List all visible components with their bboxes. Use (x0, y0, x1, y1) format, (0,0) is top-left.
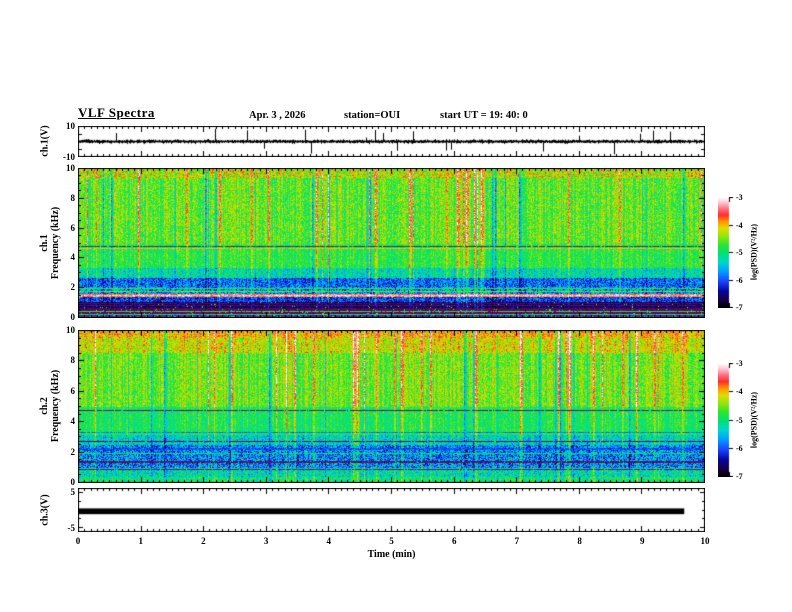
colorbar-tick-label: -6 (736, 275, 743, 285)
start-ut-label: start UT = 19: 40: 0 (440, 110, 528, 121)
ch1-spec-ylabel-axis: Frequency (kHz) (50, 206, 61, 280)
ch1-spec-ylabel-channel: ch.1 (39, 234, 50, 252)
x-tick-label: 3 (263, 536, 269, 546)
ch2-spec-ytick-label: 10 (66, 325, 75, 335)
station-label: station=OUI (344, 110, 401, 121)
colorbar-tick-label: -5 (736, 415, 743, 425)
colorbar-tick-label: -7 (736, 472, 743, 481)
x-tick-label: 8 (577, 536, 582, 546)
ch2-spec-ytick-label: 6 (70, 385, 76, 396)
ch1-spectrogram-canvas (78, 168, 705, 318)
colorbar-tick-label: -6 (736, 443, 743, 453)
ch1-waveform-canvas (78, 126, 705, 157)
x-tick-label: 10 (700, 536, 710, 546)
figure-title: VLF Spectra (78, 105, 155, 120)
colorbar-tick-label: -4 (736, 220, 743, 230)
x-tick-label: 9 (640, 536, 645, 546)
ch2-spec-ylabel-channel: ch.2 (39, 397, 50, 415)
x-tick-label: 4 (326, 536, 332, 546)
ch1-wave-ytick-label: 10 (66, 121, 75, 131)
colorbar-tick-label: -4 (736, 387, 743, 397)
colorbar-2-canvas (718, 363, 734, 477)
date-label: Apr. 3 , 2026 (249, 110, 306, 121)
x-tick-label: 1 (138, 536, 143, 546)
ch1-spec-ytick-label: 10 (66, 163, 75, 173)
vlf-spectra-figure: VLF Spectra Apr. 3 , 2026 station=OUI st… (0, 0, 792, 612)
xaxis-title: Time (min) (367, 549, 416, 560)
ch2-spec-ytick-label: 8 (70, 355, 76, 366)
ch1-spec-ytick-label: 4 (70, 252, 76, 263)
ch1-spec-ylabel: ch.1 Frequency (kHz) (39, 207, 61, 279)
x-tick-label: 6 (451, 536, 457, 546)
ch2-spec-ytick-label: 4 (70, 416, 76, 427)
ch2-spec-ylabel: ch.2 Frequency (kHz) (39, 370, 61, 442)
x-tick-label: 7 (514, 536, 520, 546)
colorbar-tick-label: -3 (736, 359, 743, 368)
ch1-spec-ytick-label: 2 (70, 282, 76, 293)
ch2-spec-ylabel-axis: Frequency (kHz) (50, 369, 61, 443)
ch2-spec-ytick-label: 0 (70, 477, 76, 487)
ch2-spectrogram-canvas (78, 330, 705, 483)
x-tick-label: 0 (75, 536, 81, 546)
ch3-waveform-canvas (78, 488, 705, 532)
ch1-spec-ytick-label: 0 (70, 312, 76, 322)
colorbar-tick-label: -5 (736, 248, 743, 257)
ch3-wave-ytick-label: 5 (70, 487, 76, 497)
ch1-spec-ytick-label: 6 (70, 222, 76, 233)
ch1-wave-ytick-label: -10 (63, 152, 75, 162)
colorbar-tick-label: -7 (736, 303, 743, 312)
colorbar-tick-label: -3 (736, 193, 743, 202)
ch3-wave-ytick-label: -5 (67, 523, 76, 533)
x-tick-label: 2 (201, 536, 206, 546)
ch1-spec-ytick-label: 8 (70, 192, 76, 203)
ch2-spec-ytick-label: 2 (70, 446, 76, 457)
x-tick-label: 5 (389, 536, 394, 546)
ch3-wave-ylabel: ch.3(V) (39, 494, 51, 526)
colorbar-1-canvas (718, 197, 734, 308)
